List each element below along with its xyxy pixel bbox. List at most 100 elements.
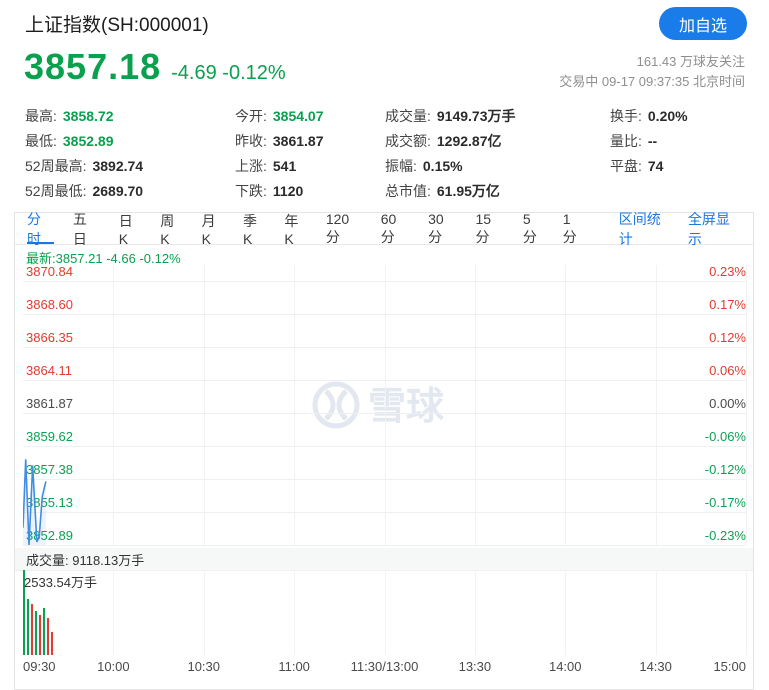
time-axis-label: 10:00: [97, 659, 130, 674]
chart-tool-links: 区间统计全屏显示: [603, 213, 741, 244]
volume-label: 成交量: 9118.13万手: [26, 550, 144, 569]
quote-meta: 161.43 万球友关注 交易中 09-17 09:37:35 北京时间: [559, 52, 745, 92]
stat-value: 3861.87: [273, 133, 324, 149]
stat-value: 3852.89: [63, 133, 114, 149]
trading-status: 交易中 09-17 09:37:35 北京时间: [559, 72, 745, 92]
stat-3-2: 平盘: 74: [610, 153, 745, 178]
time-gridline: [385, 570, 386, 655]
tab-5分[interactable]: 5分: [523, 213, 544, 244]
link-区间统计[interactable]: 区间统计: [619, 209, 672, 249]
stat-label: 总市值:: [385, 181, 431, 201]
volume-bar: [43, 608, 45, 655]
time-axis-label: 10:30: [187, 659, 220, 674]
stat-value: 541: [273, 158, 296, 174]
stat-label: 今开:: [235, 106, 267, 126]
volume-max-label: 2533.54万手: [24, 572, 97, 591]
stat-label: 量比:: [610, 131, 642, 151]
volume-bar: [47, 618, 49, 655]
stat-label: 最低:: [25, 131, 57, 151]
link-全屏显示[interactable]: 全屏显示: [688, 209, 741, 249]
chart-tabbar: 分时五日日K 周K 月K 季K 年K 120分 60分 30分 15分 5分 1分区间统计全屏显示: [15, 213, 753, 245]
tab-月K[interactable]: 月K: [202, 213, 224, 244]
stat-value: 1120: [273, 183, 303, 199]
price-change-value: -4.69: [171, 62, 217, 84]
stat-2-0: 成交量: 9149.73万手: [385, 103, 610, 128]
stat-label: 振幅:: [385, 156, 417, 176]
time-axis-label: 11:00: [278, 659, 310, 674]
stat-1-1: 昨收: 3861.87: [235, 128, 385, 153]
stat-0-0: 最高: 3858.72: [25, 103, 235, 128]
chart-canvas[interactable]: 最新:3857.21 -4.66 -0.12% 雪球 成交量: 9118.13万…: [15, 245, 753, 689]
time-gridline: [746, 570, 747, 655]
stat-value: 3858.72: [63, 108, 114, 124]
stat-2-2: 振幅: 0.15%: [385, 153, 610, 178]
time-gridline: [204, 570, 205, 655]
tab-周K[interactable]: 周K: [160, 213, 182, 244]
stat-value: 61.95万亿: [437, 181, 500, 201]
add-watchlist-button[interactable]: 加自选: [659, 7, 747, 40]
tab-30分[interactable]: 30分: [428, 213, 456, 244]
stat-1-3: 下跌:1120: [235, 178, 385, 203]
time-axis-label: 09:30: [23, 659, 56, 674]
volume-bar: [39, 615, 41, 655]
time-axis-label: 13:30: [459, 659, 492, 674]
tab-分时[interactable]: 分时: [27, 213, 54, 244]
stat-empty: [610, 178, 745, 203]
stat-label: 平盘:: [610, 156, 642, 176]
time-gridline: [565, 570, 566, 655]
current-price: 3857.18: [24, 46, 161, 88]
tab-15分[interactable]: 15分: [475, 213, 503, 244]
stat-label: 换手:: [610, 106, 642, 126]
stat-label: 52周最高:: [25, 156, 86, 176]
tab-年K[interactable]: 年K: [284, 213, 306, 244]
volume-bar: [27, 599, 29, 655]
tab-五日[interactable]: 五日: [73, 213, 100, 244]
chart-widget: 分时五日日K周K月K季K年K120分60分30分15分5分1分区间统计全屏显示 …: [14, 212, 754, 690]
time-gridline: [746, 265, 747, 545]
time-gridline: [113, 570, 114, 655]
time-gridline: [475, 570, 476, 655]
price-row: 3857.18 -4.69 -0.12%: [24, 46, 286, 88]
stat-value: 1292.87亿: [437, 131, 502, 151]
stat-label: 52周最低:: [25, 181, 86, 201]
time-axis-label: 14:00: [549, 659, 582, 674]
stat-2-1: 成交额: 1292.87亿: [385, 128, 610, 153]
stat-0-3: 52周最低:2689.70: [25, 178, 235, 203]
volume-bar: [51, 632, 53, 655]
stat-label: 成交量:: [385, 106, 431, 126]
time-axis-label: 15:00: [713, 659, 746, 674]
stat-label: 成交额:: [385, 131, 431, 151]
stat-0-1: 最低: 3852.89: [25, 128, 235, 153]
tab-1分[interactable]: 1分: [563, 213, 584, 244]
stat-label: 上涨:: [235, 156, 267, 176]
time-axis-label: 14:30: [639, 659, 672, 674]
stat-0-2: 52周最高:3892.74: [25, 153, 235, 178]
price-axis-label: 3870.84: [26, 265, 73, 279]
stats-grid: 最高: 3858.72 最低: 3852.89 52周最高:3892.7452周最低:2…: [25, 103, 755, 203]
tab-120分[interactable]: 120分: [326, 213, 362, 244]
stat-3-0: 换手:0.20%: [610, 103, 745, 128]
price-gridline: [23, 545, 746, 546]
intraday-price-line: [23, 281, 746, 545]
stock-quote-page: 上证指数(SH:000001) 加自选 3857.18 -4.69 -0.12%…: [0, 0, 769, 690]
stat-value: 3854.07: [273, 108, 324, 124]
volume-bar: [31, 604, 33, 655]
tab-60分[interactable]: 60分: [381, 213, 409, 244]
stat-2-3: 总市值: 61.95万亿: [385, 178, 610, 203]
price-change-percent: -0.12%: [222, 62, 285, 84]
percent-axis-label: 0.23%: [686, 265, 746, 279]
stat-label: 最高:: [25, 106, 57, 126]
stat-value: 9149.73万手: [437, 106, 516, 126]
volume-label-strip: 成交量: 9118.13万手: [15, 548, 753, 570]
stat-3-1: 量比:--: [610, 128, 745, 153]
page-title: 上证指数(SH:000001): [25, 10, 209, 37]
stat-value: 74: [648, 158, 664, 174]
stat-1-2: 上涨: 541: [235, 153, 385, 178]
price-change: -4.69 -0.12%: [171, 62, 286, 85]
tab-日K[interactable]: 日K: [119, 213, 141, 244]
time-axis-label: 11:30/13:00: [351, 659, 419, 674]
stat-value: 0.15%: [423, 158, 463, 174]
stat-label: 昨收:: [235, 131, 267, 151]
tab-季K[interactable]: 季K: [243, 213, 265, 244]
time-gridline: [294, 570, 295, 655]
